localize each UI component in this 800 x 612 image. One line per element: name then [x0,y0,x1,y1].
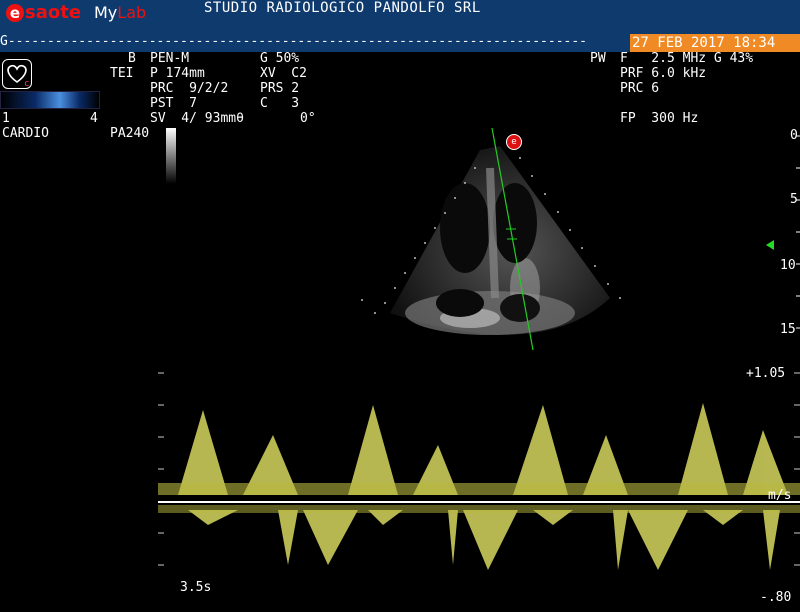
doppler-bottom-scale: -.80 [760,590,792,605]
pw-prf: PRF 6.0 kHz [620,66,707,81]
logo-my: My [94,3,118,22]
sweep-time: 3.5s [180,580,212,595]
studio-name: STUDIO RADIOLOGICO PANDOLFO SRL [204,0,481,16]
pw-prc: PRC 6 [620,81,660,96]
grayscale-bar [166,128,176,184]
logo-mark: e [6,4,24,22]
pw-label: PW [590,51,606,66]
doppler-unit: m/s [768,488,792,503]
probe-label: PA240 [110,126,150,141]
focus-marker[interactable] [766,240,774,250]
range-left: 1 [2,111,10,126]
xv-value: XV C2 [260,66,307,81]
prc-value: PRC 9/2/2 [150,81,229,96]
gain-line: G---------------------------------------… [0,34,587,49]
b-mode-label: B [128,51,136,66]
heart-badge: c [24,79,30,89]
doppler-spectrum [158,365,800,608]
doppler-top-scale: +1.05 [746,366,786,381]
depth-value: P 174mm [150,66,205,81]
pst-value: PST 7 [150,96,197,111]
color-scale-bar [0,91,100,109]
probe-orientation-marker: e [506,134,522,150]
depth-label-5: 5 [790,192,798,207]
esaote-logo: e saote [6,2,81,23]
logo-lab: Lab [117,3,147,22]
range-right: 4 [90,111,98,126]
mylab-logo: MyLab [94,3,146,22]
logo-brand: saote [25,2,82,23]
pw-fp: FP 300 Hz [620,111,699,126]
b-mode-value: PEN-M [150,51,190,66]
depth-label-10: 10 [780,258,796,273]
sv-value: SV 4/ 93mmθ [150,111,244,126]
b-mode-sector-image [350,127,640,358]
prs-value: PRS 2 [260,81,300,96]
depth-scale [782,128,800,348]
preset-label: CARDIO [2,126,49,141]
angle-value: 0° [300,111,316,126]
depth-label-0: 0 [790,128,798,143]
c-value: C 3 [260,96,300,111]
pw-frequency: F 2.5 MHz G 43% [620,51,754,66]
depth-label-15: 15 [780,322,796,337]
date-time-display: 27 FEB 2017 18:34 [630,34,800,52]
tei-label: TEI [110,66,134,81]
b-gain: G 50% [260,51,300,66]
